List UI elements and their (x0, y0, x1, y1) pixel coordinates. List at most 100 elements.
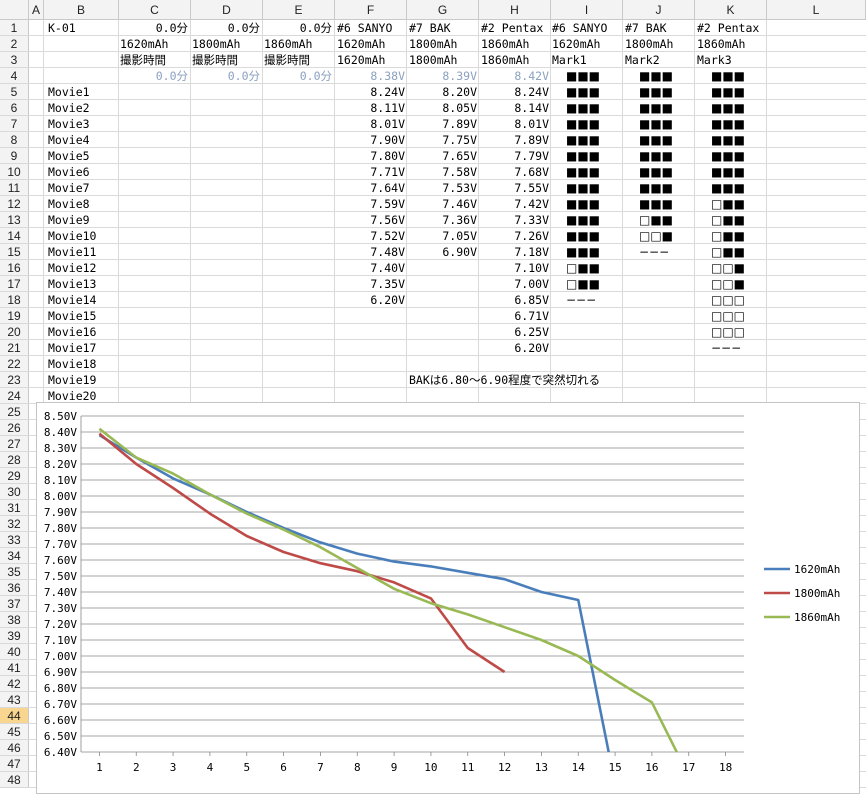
row-header-15[interactable]: 15 (0, 244, 29, 260)
row-header-46[interactable]: 46 (0, 740, 29, 756)
pentax-voltage-cell[interactable]: 7.18V (481, 244, 549, 260)
cell-c3[interactable]: 撮影時間 (120, 52, 166, 68)
column-header-b[interactable]: B (44, 0, 119, 20)
row-header-30[interactable]: 30 (0, 484, 29, 500)
sanyo-mark-cell[interactable]: ■■■ (566, 116, 600, 132)
bak-mark-cell[interactable]: ■■■ (639, 196, 673, 212)
cell-e2[interactable]: 1860mAh (264, 36, 312, 52)
row-header-1[interactable]: 1 (0, 20, 29, 36)
sanyo-mark-cell[interactable]: ■■■ (566, 228, 600, 244)
column-header-g[interactable]: G (407, 0, 479, 20)
cell-k1[interactable]: #2 Pentax (697, 20, 759, 36)
bak-voltage-cell[interactable]: 7.89V (409, 116, 477, 132)
bak-mark-cell[interactable]: ■■■ (639, 116, 673, 132)
row-header-42[interactable]: 42 (0, 676, 29, 692)
pentax-voltage-cell[interactable]: 7.42V (481, 196, 549, 212)
row-header-35[interactable]: 35 (0, 564, 29, 580)
row-header-19[interactable]: 19 (0, 308, 29, 324)
bak-voltage-cell[interactable] (409, 260, 477, 276)
row-header-21[interactable]: 21 (0, 340, 29, 356)
movie-name-cell[interactable]: Movie13 (48, 276, 96, 292)
row-header-39[interactable]: 39 (0, 628, 29, 644)
pentax-mark-cell[interactable]: ■■■ (711, 84, 745, 100)
pentax-mark-cell[interactable]: □■■ (711, 196, 745, 212)
bak-mark-cell[interactable]: ■■■ (639, 180, 673, 196)
movie-name-cell[interactable]: Movie18 (48, 356, 96, 372)
pentax-mark-cell[interactable]: ■■■ (711, 132, 745, 148)
cell-e3[interactable]: 撮影時間 (264, 52, 310, 68)
column-header-c[interactable]: C (119, 0, 191, 20)
pentax-voltage-cell[interactable]: 7.26V (481, 228, 549, 244)
row-header-18[interactable]: 18 (0, 292, 29, 308)
cell-h4[interactable]: 8.42V (481, 68, 549, 84)
row-header-22[interactable]: 22 (0, 356, 29, 372)
bak-mark-cell[interactable]: −−− (639, 244, 669, 260)
row-header-47[interactable]: 47 (0, 756, 29, 772)
pentax-mark-cell[interactable]: ■■■ (711, 116, 745, 132)
pentax-mark-cell[interactable]: □■■ (711, 212, 745, 228)
sanyo-mark-cell[interactable]: □■■ (566, 260, 600, 276)
pentax-mark-cell[interactable]: □■■ (711, 228, 745, 244)
bak-mark-cell[interactable]: ■■■ (639, 100, 673, 116)
row-header-44[interactable]: 44 (0, 708, 29, 724)
row-header-17[interactable]: 17 (0, 276, 29, 292)
bak-voltage-cell[interactable] (409, 276, 477, 292)
sanyo-voltage-cell[interactable] (337, 340, 405, 356)
sanyo-voltage-cell[interactable]: 7.52V (337, 228, 405, 244)
movie-name-cell[interactable]: Movie7 (48, 180, 90, 196)
bak-voltage-cell[interactable] (409, 324, 477, 340)
bak-mark-cell[interactable]: □■■ (639, 212, 673, 228)
sanyo-voltage-cell[interactable]: 8.11V (337, 100, 405, 116)
cell-k2[interactable]: 1860mAh (697, 36, 745, 52)
row-header-45[interactable]: 45 (0, 724, 29, 740)
pentax-voltage-cell[interactable]: 7.68V (481, 164, 549, 180)
row-header-32[interactable]: 32 (0, 516, 29, 532)
row-header-26[interactable]: 26 (0, 420, 29, 436)
row-header-13[interactable]: 13 (0, 212, 29, 228)
pentax-mark-cell[interactable]: ■■■ (711, 100, 745, 116)
row-header-10[interactable]: 10 (0, 164, 29, 180)
sanyo-mark-cell[interactable]: ■■■ (566, 84, 600, 100)
bak-voltage-cell[interactable] (409, 340, 477, 356)
pentax-voltage-cell[interactable]: 7.79V (481, 148, 549, 164)
row-header-4[interactable]: 4 (0, 68, 29, 84)
cell-d1[interactable]: 0.0分 (192, 20, 260, 36)
column-header-f[interactable]: F (335, 0, 407, 20)
row-header-33[interactable]: 33 (0, 532, 29, 548)
cell-h2[interactable]: 1860mAh (481, 36, 529, 52)
cell-e1[interactable]: 0.0分 (264, 20, 332, 36)
column-header-i[interactable]: I (551, 0, 623, 20)
pentax-voltage-cell[interactable]: 8.14V (481, 100, 549, 116)
pentax-voltage-cell[interactable]: 7.33V (481, 212, 549, 228)
column-header-d[interactable]: D (191, 0, 263, 20)
movie-name-cell[interactable]: Movie1 (48, 84, 90, 100)
row-header-34[interactable]: 34 (0, 548, 29, 564)
cell-g2[interactable]: 1800mAh (409, 36, 457, 52)
sanyo-mark-cell[interactable]: ■■■ (566, 180, 600, 196)
cell-g23-note[interactable]: BAKは6.80～6.90程度で突然切れる (409, 372, 600, 388)
bak-voltage-cell[interactable] (409, 292, 477, 308)
sanyo-voltage-cell[interactable]: 7.59V (337, 196, 405, 212)
cell-f2[interactable]: 1620mAh (337, 36, 385, 52)
row-header-7[interactable]: 7 (0, 116, 29, 132)
cell-c1[interactable]: 0.0分 (120, 20, 188, 36)
pentax-voltage-cell[interactable]: 6.25V (481, 324, 549, 340)
sanyo-voltage-cell[interactable]: 8.01V (337, 116, 405, 132)
movie-name-cell[interactable]: Movie11 (48, 244, 96, 260)
bak-voltage-cell[interactable]: 7.53V (409, 180, 477, 196)
movie-name-cell[interactable]: Movie19 (48, 372, 96, 388)
sanyo-voltage-cell[interactable]: 7.71V (337, 164, 405, 180)
pentax-mark-cell[interactable]: −−− (711, 340, 741, 356)
sanyo-mark-cell[interactable]: ■■■ (566, 164, 600, 180)
cell-k4[interactable]: ■■■ (711, 68, 745, 84)
sanyo-voltage-cell[interactable]: 6.20V (337, 292, 405, 308)
sanyo-mark-cell[interactable]: −−− (566, 292, 596, 308)
row-header-12[interactable]: 12 (0, 196, 29, 212)
cell-j1[interactable]: #7 BAK (625, 20, 667, 36)
bak-voltage-cell[interactable]: 8.05V (409, 100, 477, 116)
cell-g3[interactable]: 1800mAh (409, 52, 457, 68)
movie-name-cell[interactable]: Movie15 (48, 308, 96, 324)
cell-d3[interactable]: 撮影時間 (192, 52, 238, 68)
pentax-voltage-cell[interactable]: 8.24V (481, 84, 549, 100)
movie-name-cell[interactable]: Movie17 (48, 340, 96, 356)
